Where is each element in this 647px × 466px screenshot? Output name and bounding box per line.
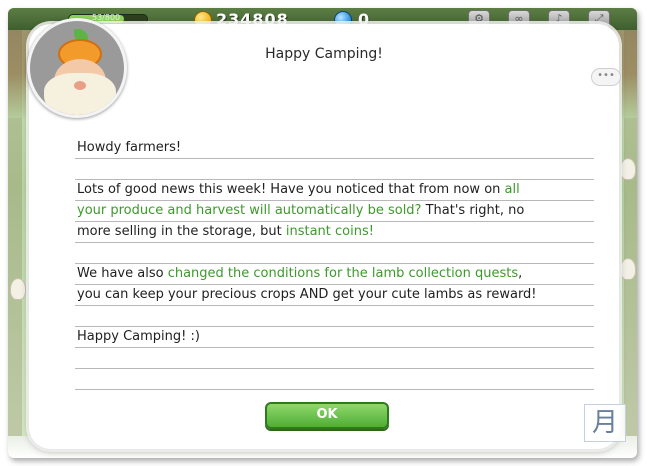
letter-text: That's right, no [421, 203, 525, 218]
news-dialog: Happy Camping! ••• Howdy farmers! Lots of… [27, 18, 621, 449]
letter-line [75, 369, 594, 390]
letter-line: Howdy farmers! [75, 138, 594, 159]
highlighted-text: changed the conditions for the lamb coll… [167, 266, 519, 281]
letter-line [75, 159, 594, 180]
letter-line: your produce and harvest will automatica… [75, 201, 594, 222]
news-letter-body: Howdy farmers! Lots of good news this wee… [75, 138, 594, 390]
letter-text: you can keep your precious crops AND get… [77, 287, 537, 302]
letter-line: Happy Camping! :) [75, 327, 594, 348]
crop-decoration [10, 278, 26, 300]
game-window: 53/800 234808 0 ⚙ ∞ ♪ ⤢ Happy Camping! •… [8, 8, 637, 458]
dialog-title: Happy Camping! [265, 46, 383, 62]
letter-line [75, 348, 594, 369]
letter-line: you can keep your precious crops AND get… [75, 285, 594, 306]
letter-line: We have also changed the conditions for … [75, 264, 594, 285]
letter-text: Lots of good news this week! Have you no… [77, 182, 505, 197]
letter-text: Howdy farmers! [77, 140, 182, 155]
letter-text: We have also [77, 266, 168, 281]
watermark-logo: 月 [584, 404, 626, 442]
farmer-avatar [27, 18, 127, 118]
highlighted-text: all [504, 182, 520, 197]
letter-line [75, 306, 594, 327]
xp-text: 53/800 [92, 13, 121, 22]
letter-line: more selling in the storage, but instant… [75, 222, 594, 243]
letter-line: Lots of good news this week! Have you no… [75, 180, 594, 201]
chat-bubble-icon: ••• [591, 68, 621, 86]
letter-text: more selling in the storage, but [77, 224, 286, 239]
crop-decoration [620, 258, 636, 280]
letter-text: Happy Camping! :) [77, 329, 200, 344]
crop-decoration [620, 158, 636, 180]
letter-line [75, 243, 594, 264]
ok-button[interactable]: OK [265, 402, 389, 429]
highlighted-text: instant coins! [285, 224, 374, 239]
letter-text: , [518, 266, 523, 281]
highlighted-text: your produce and harvest will automatica… [77, 203, 422, 218]
